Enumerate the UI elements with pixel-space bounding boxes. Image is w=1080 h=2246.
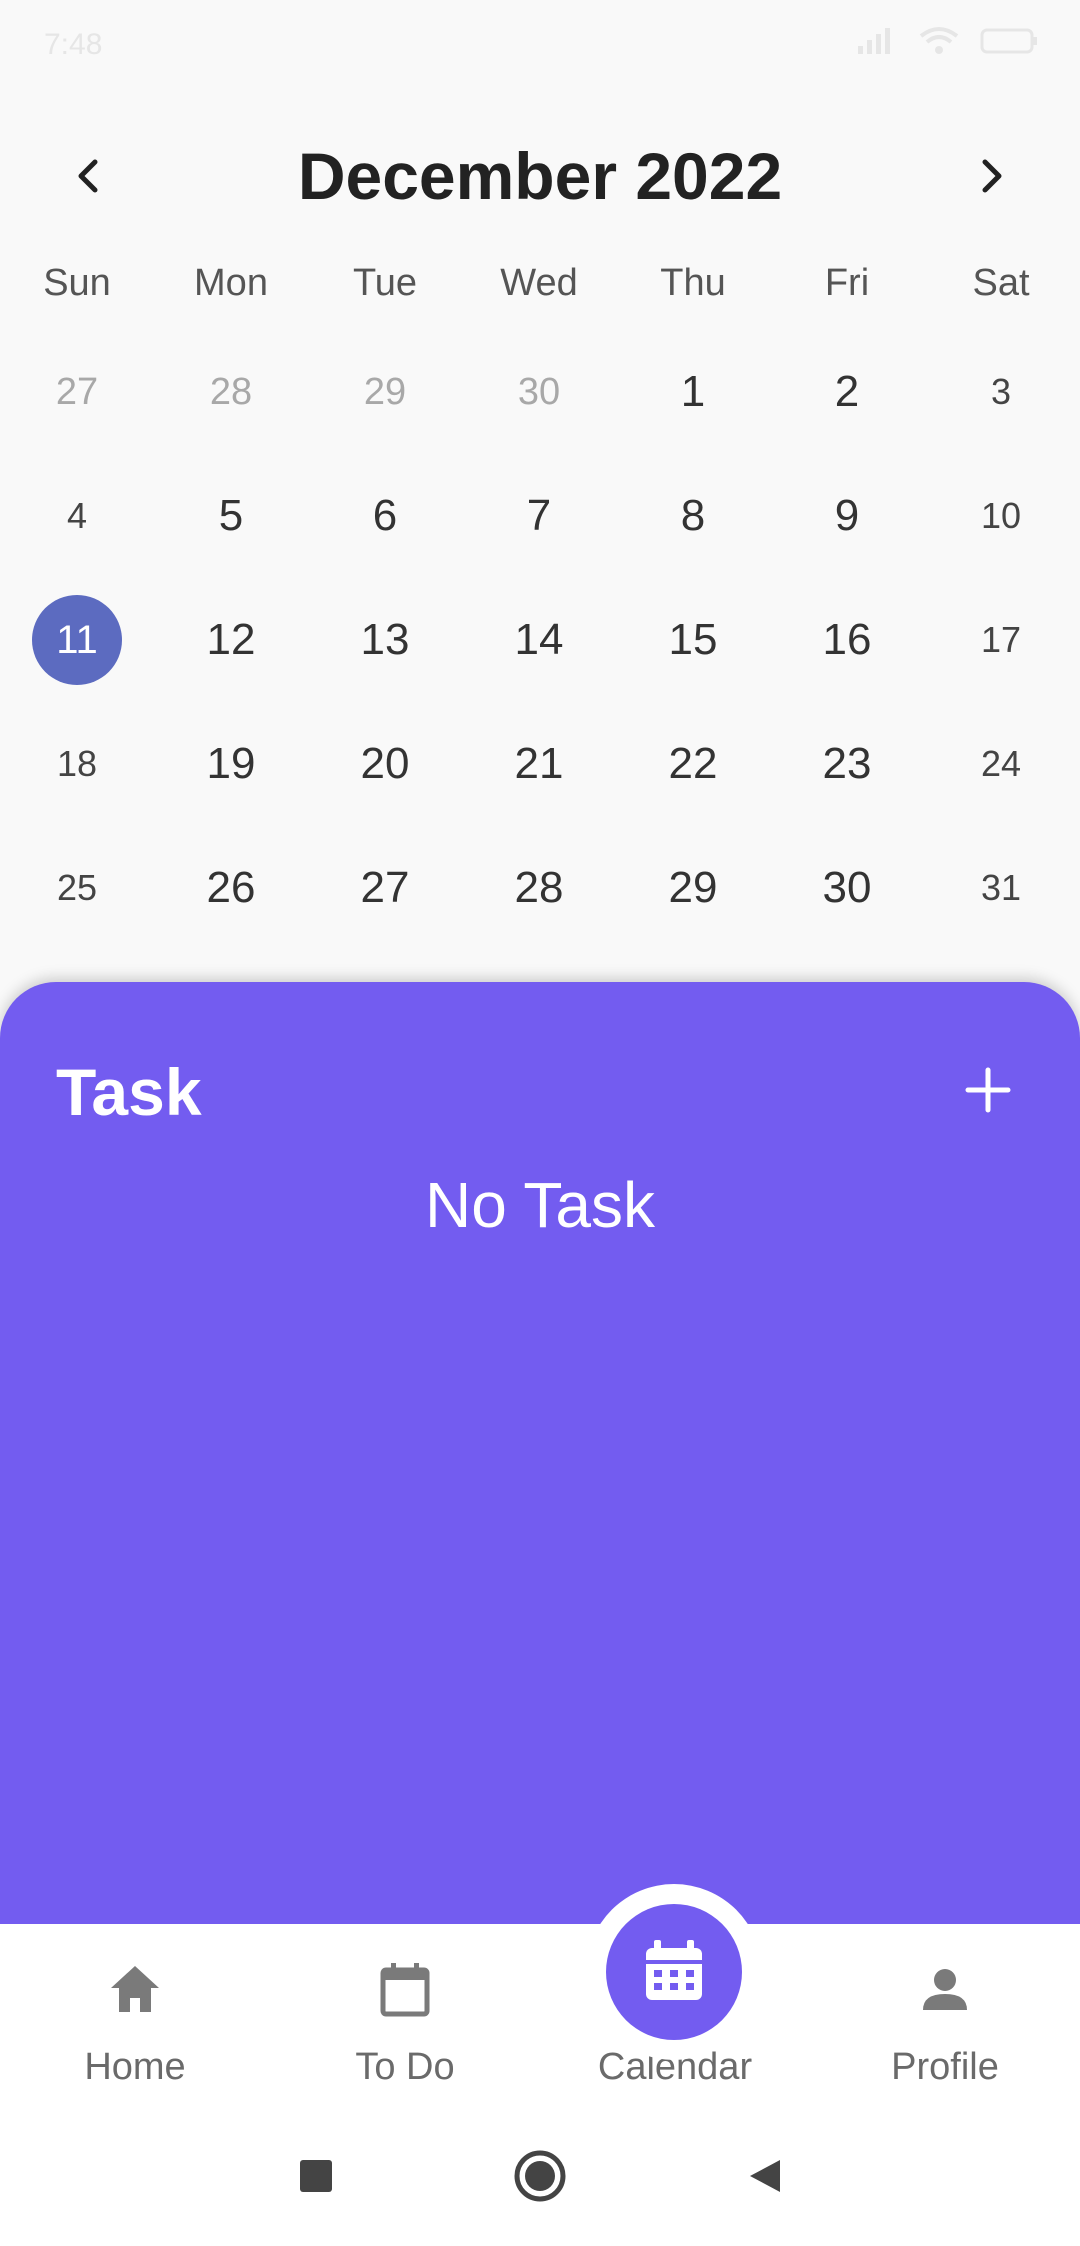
month-title: December 2022 xyxy=(297,139,783,213)
nav-label-profile: Profile xyxy=(891,2046,999,2088)
calendar-day-outside[interactable]: 30 xyxy=(462,330,616,454)
battery-icon xyxy=(980,28,1037,54)
calendar-day-outside[interactable]: 27 xyxy=(0,330,154,454)
weekday-row: Sun Mon Tue Wed Thu Fri Sat xyxy=(0,262,1080,312)
weekday-label: Wed xyxy=(500,262,578,304)
calendar-day[interactable]: 19 xyxy=(154,702,308,826)
calendar-day[interactable]: 6 xyxy=(308,454,462,578)
calendar-day[interactable]: 7 xyxy=(462,454,616,578)
person-icon xyxy=(923,1969,967,2010)
calendar-day[interactable]: 5 xyxy=(154,454,308,578)
weekday-label: Mon xyxy=(194,262,268,304)
calendar-day[interactable]: 26 xyxy=(154,826,308,950)
calendar-day[interactable]: 20 xyxy=(308,702,462,826)
calendar-day[interactable]: 8 xyxy=(616,454,770,578)
calendar-day[interactable]: 3 xyxy=(924,330,1078,454)
calendar-day[interactable]: 27 xyxy=(308,826,462,950)
back-triangle-icon xyxy=(750,2160,780,2192)
calendar-header: December 2022 xyxy=(0,130,1080,220)
calendar-day[interactable]: 21 xyxy=(462,702,616,826)
add-task-button[interactable] xyxy=(952,1054,1024,1126)
weekday-label: Sat xyxy=(972,262,1030,304)
home-circle-icon xyxy=(514,2150,566,2202)
home-system-button[interactable] xyxy=(508,2144,572,2208)
calendar-day[interactable]: 23 xyxy=(770,702,924,826)
calendar-day[interactable]: 18 xyxy=(0,702,154,826)
calendar-day[interactable]: 16 xyxy=(770,578,924,702)
task-title: Task xyxy=(56,1055,202,1129)
calendar-day-selected[interactable]: 11 xyxy=(0,578,154,702)
home-icon xyxy=(111,1966,159,2012)
calendar-day-outside[interactable]: 28 xyxy=(154,330,308,454)
bottom-navigation: Home To Do Calendar Profile xyxy=(0,1884,1080,2104)
chevron-right-icon xyxy=(982,159,1002,193)
calendar-day[interactable]: 13 xyxy=(308,578,462,702)
calendar-day[interactable]: 30 xyxy=(770,826,924,950)
nav-item-home[interactable]: Home xyxy=(0,1924,270,2104)
status-icons xyxy=(856,26,1040,56)
calendar-day[interactable]: 1 xyxy=(616,330,770,454)
calendar-days-grid: 27 28 29 30 1 2 3 4 5 6 7 8 9 10 11 12 1… xyxy=(0,330,1080,912)
calendar-day[interactable]: 17 xyxy=(924,578,1078,702)
nav-item-todo[interactable]: To Do xyxy=(270,1924,540,2104)
signal-icon xyxy=(858,28,890,54)
nav-label-home: Home xyxy=(84,2046,186,2088)
calendar-day[interactable]: 12 xyxy=(154,578,308,702)
nav-label-todo: To Do xyxy=(355,2046,455,2088)
status-bar: 7:48 xyxy=(0,0,1080,96)
calendar-day[interactable]: 2 xyxy=(770,330,924,454)
next-month-button[interactable] xyxy=(964,148,1020,204)
calendar-icon xyxy=(646,1940,702,2000)
calendar-fab-button[interactable] xyxy=(606,1904,742,2040)
calendar-day[interactable]: 28 xyxy=(462,826,616,950)
weekday-label: Sun xyxy=(43,262,111,304)
status-time: 7:48 xyxy=(44,28,103,61)
weekday-label: Thu xyxy=(660,262,726,304)
task-panel: Task No Task xyxy=(0,982,1080,1924)
system-navigation-bar xyxy=(0,2104,1080,2246)
weekday-label: Fri xyxy=(824,262,870,304)
recents-square-icon xyxy=(300,2160,332,2192)
calendar-day[interactable]: 25 xyxy=(0,826,154,950)
calendar-day[interactable]: 4 xyxy=(0,454,154,578)
plus-icon xyxy=(965,1067,1011,1113)
calendar-day[interactable]: 10 xyxy=(924,454,1078,578)
calendar-day[interactable]: 22 xyxy=(616,702,770,826)
calendar-day[interactable]: 9 xyxy=(770,454,924,578)
calendar-day[interactable]: 15 xyxy=(616,578,770,702)
wifi-icon xyxy=(919,27,959,54)
calendar-day[interactable]: 31 xyxy=(924,826,1078,950)
calendar-day[interactable]: 24 xyxy=(924,702,1078,826)
weekday-label: Tue xyxy=(352,262,418,304)
todo-calendar-icon xyxy=(380,1963,430,2017)
calendar-day[interactable]: 29 xyxy=(616,826,770,950)
calendar-day-outside[interactable]: 29 xyxy=(308,330,462,454)
recents-button[interactable] xyxy=(284,2144,348,2208)
calendar-day[interactable]: 14 xyxy=(462,578,616,702)
back-button[interactable] xyxy=(732,2144,796,2208)
empty-task-message: No Task xyxy=(424,1169,656,1241)
nav-item-profile[interactable]: Profile xyxy=(810,1924,1080,2104)
